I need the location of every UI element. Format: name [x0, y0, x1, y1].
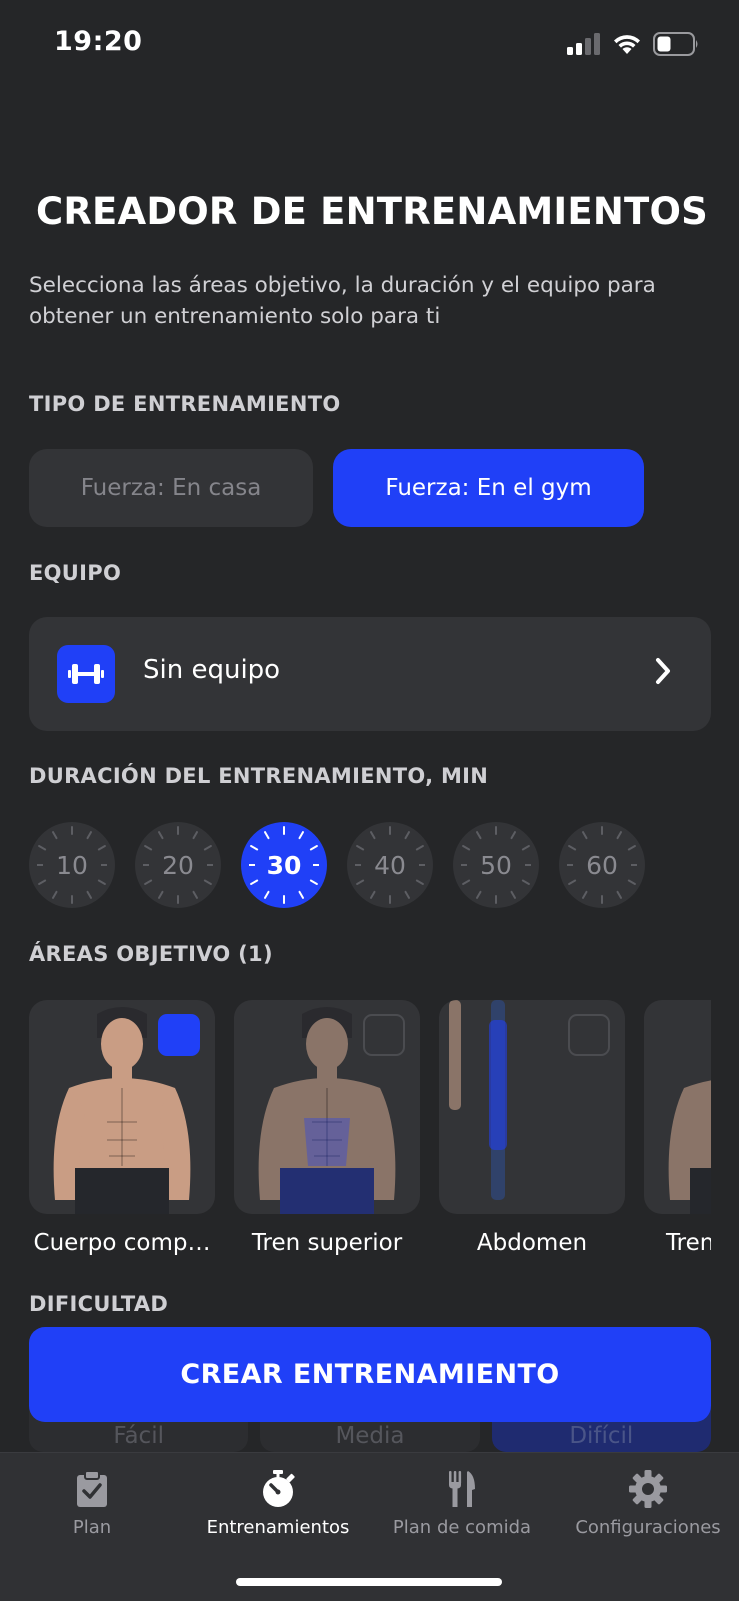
equipment-label: EQUIPO — [29, 561, 122, 585]
duration-option-20[interactable]: 20 — [135, 822, 221, 908]
target-area-lower-body[interactable]: Tren — [644, 1000, 711, 1256]
fork-knife-icon — [447, 1467, 477, 1511]
duration-option-60[interactable]: 60 — [559, 822, 645, 908]
gear-icon — [628, 1467, 668, 1511]
target-areas-carousel[interactable]: Cuerpo comp… Tren superior Abdomen Tren — [29, 1000, 711, 1270]
cellular-signal-icon — [567, 33, 600, 55]
checkbox-unchecked-icon[interactable] — [363, 1014, 405, 1056]
target-area-upper-body[interactable]: Tren superior — [234, 1000, 420, 1256]
difficulty-label: DIFICULTAD — [29, 1292, 169, 1316]
duration-option-40[interactable]: 40 — [347, 822, 433, 908]
home-indicator — [236, 1578, 502, 1586]
area-label: Tren — [666, 1230, 711, 1256]
stopwatch-icon — [258, 1467, 298, 1511]
area-image — [234, 1000, 420, 1214]
area-image — [644, 1000, 711, 1214]
dumbbell-icon — [57, 645, 115, 703]
area-label: Cuerpo comp… — [33, 1230, 211, 1256]
target-areas-label: ÁREAS OBJETIVO (1) — [29, 942, 273, 966]
duration-option-50[interactable]: 50 — [453, 822, 539, 908]
status-time: 19:20 — [54, 26, 143, 57]
duration-label: DURACIÓN DEL ENTRENAMIENTO, MIN — [29, 764, 489, 788]
battery-icon — [653, 32, 698, 56]
area-image — [29, 1000, 215, 1214]
wifi-icon — [614, 35, 640, 54]
duration-options: 10 20 30 40 50 60 — [29, 822, 645, 908]
clipboard-check-icon — [76, 1467, 108, 1511]
checkbox-unchecked-icon[interactable] — [568, 1014, 610, 1056]
create-workout-button[interactable]: CREAR ENTRENAMIENTO — [29, 1327, 711, 1422]
tab-label: Plan — [72, 1517, 112, 1538]
duration-option-10[interactable]: 10 — [29, 822, 115, 908]
checkbox-checked-icon[interactable] — [158, 1014, 200, 1056]
area-image — [439, 1000, 625, 1214]
page-title: CREADOR DE ENTRENAMIENTOS — [36, 190, 708, 233]
page-subtitle: Selecciona las áreas objetivo, la duraci… — [29, 273, 656, 329]
status-icons — [567, 32, 699, 56]
area-label: Abdomen — [476, 1230, 588, 1256]
tab-label: Entrenamientos — [206, 1517, 350, 1538]
status-bar: 19:20 — [0, 0, 739, 92]
target-area-full-body[interactable]: Cuerpo comp… — [29, 1000, 215, 1256]
equipment-selector[interactable]: Sin equipo — [29, 617, 711, 731]
tab-label: Plan de comida — [392, 1517, 532, 1538]
target-area-abs[interactable]: Abdomen — [439, 1000, 625, 1256]
workout-type-gym-button[interactable]: Fuerza: En el gym — [333, 449, 644, 527]
tab-plan[interactable]: Plan — [44, 1453, 140, 1553]
tab-label: Configuraciones — [575, 1517, 721, 1538]
tab-meal-plan[interactable]: Plan de comida — [390, 1453, 534, 1553]
workout-type-label: TIPO DE ENTRENAMIENTO — [29, 392, 341, 416]
tab-workouts[interactable]: Entrenamientos — [198, 1453, 358, 1553]
workout-type-home-button[interactable]: Fuerza: En casa — [29, 449, 313, 527]
chevron-right-icon — [656, 658, 670, 684]
equipment-value: Sin equipo — [143, 655, 281, 685]
tab-settings[interactable]: Configuraciones — [566, 1453, 730, 1553]
area-label: Tren superior — [251, 1230, 403, 1256]
duration-option-30[interactable]: 30 — [241, 822, 327, 908]
